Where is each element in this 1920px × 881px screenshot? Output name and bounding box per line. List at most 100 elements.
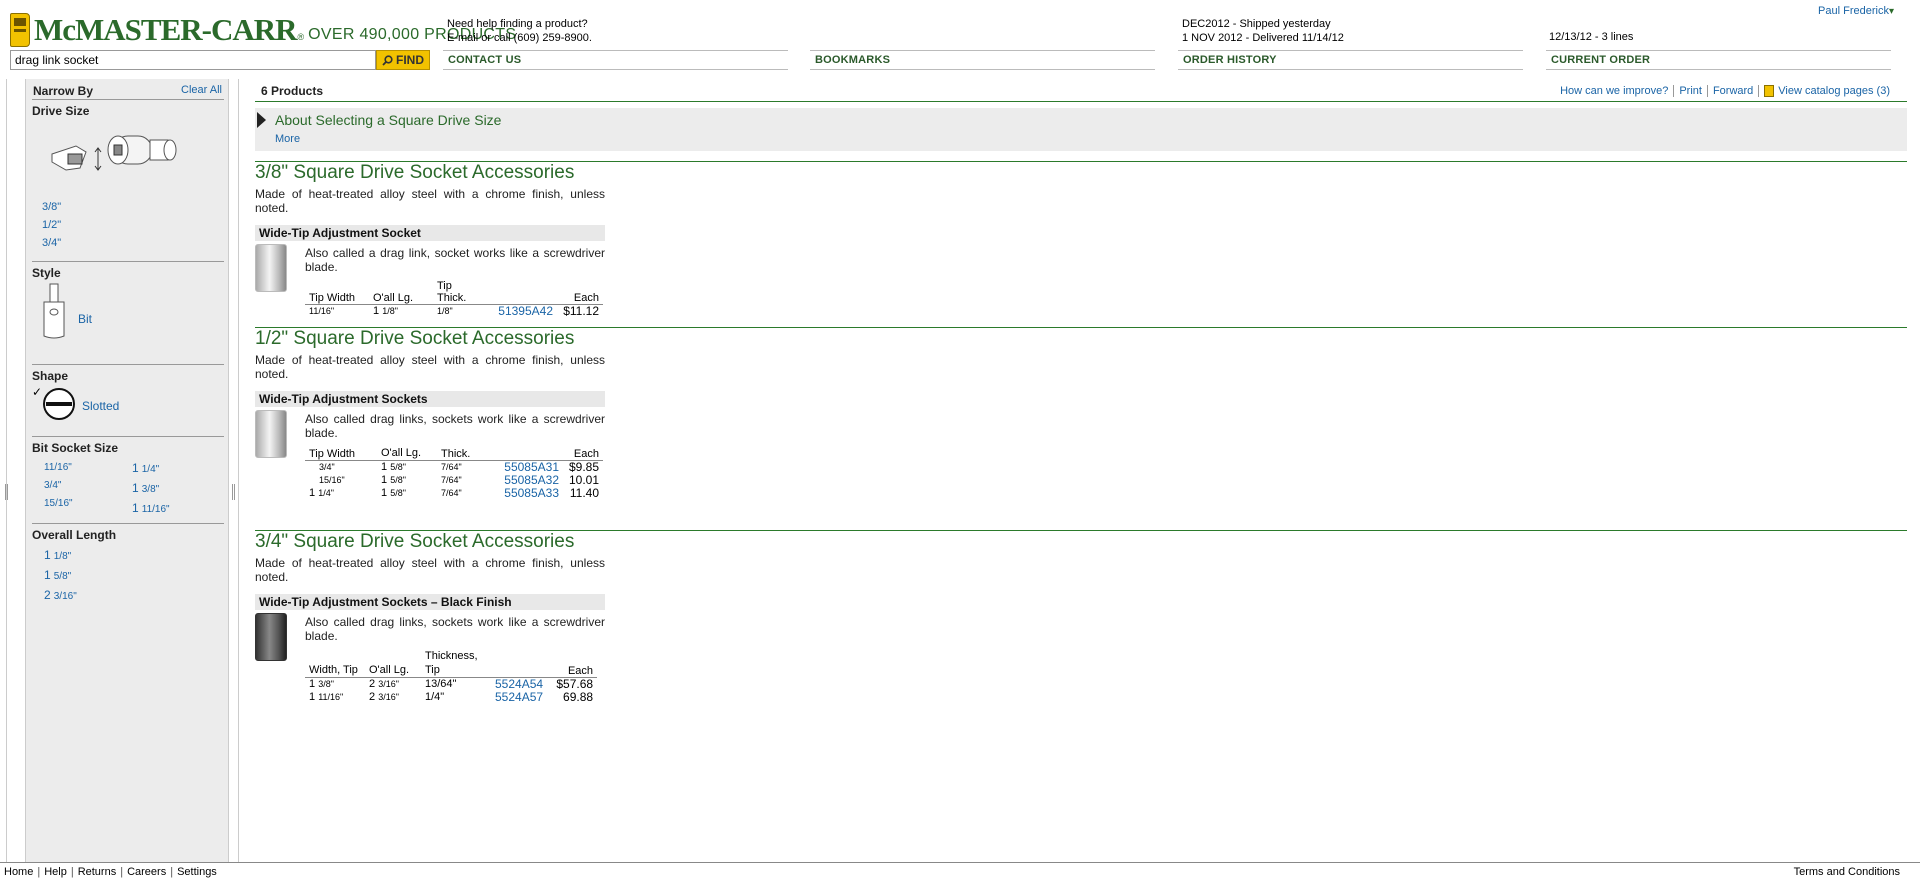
filter-length-1-5-8[interactable]: 1 5/8": [44, 566, 77, 586]
col-tip-width: Tip Width: [305, 446, 377, 461]
col-overall-length: O'all Lg.: [365, 649, 421, 678]
style-section: Style Bit: [32, 261, 224, 339]
section-description: Made of heat-treated alloy steel with a …: [255, 353, 605, 381]
chevron-down-icon: ▾: [1888, 6, 1894, 17]
adjustment-socket-image[interactable]: [255, 410, 287, 458]
order-history-link[interactable]: ORDER HISTORY: [1178, 50, 1523, 70]
table-row: 1 11/16" 2 3/16" 1/4" 5524A57 69.88: [305, 691, 597, 704]
product-note: Also called drag links, sockets work lik…: [305, 412, 605, 440]
clear-all-link[interactable]: Clear All: [181, 84, 222, 96]
narrow-by-sidebar: Narrow By Clear All Drive Size 3/8" 1/2"…: [25, 79, 229, 862]
filter-bit-15-16[interactable]: 15/16": [44, 495, 73, 513]
left-collapsed-panel: [0, 79, 7, 862]
col-overall-length: O'all Lg.: [377, 446, 437, 461]
splitter-handle-right[interactable]: [232, 484, 235, 500]
user-menu[interactable]: Paul Frederick▾: [1818, 5, 1894, 17]
narrow-by-title: Narrow By: [33, 84, 94, 98]
footer-returns-link[interactable]: Returns: [78, 866, 117, 878]
mcmaster-logo[interactable]: McMASTER-CARR ® OVER 490,000 PRODUCTS: [10, 12, 516, 48]
product-table: Tip Width O'all Lg. Thick. Each 3/4" 1 5…: [305, 446, 603, 500]
filter-drive-3-4[interactable]: 3/4": [42, 234, 61, 252]
col-part-number: [493, 446, 563, 461]
col-each: Each: [547, 649, 598, 678]
filter-bit-3-4[interactable]: 3/4": [44, 477, 73, 495]
overall-length-options: 1 1/8" 1 5/8" 2 3/16": [44, 546, 77, 606]
catalog-page-icon: [1764, 85, 1775, 97]
toolbar-divider: [1758, 85, 1760, 97]
product-note: Also called a drag link, socket works li…: [305, 246, 605, 274]
table-row: 1 1/4" 1 5/8" 7/64" 55085A33 11.40: [305, 487, 603, 500]
about-title[interactable]: About Selecting a Square Drive Size: [275, 112, 501, 128]
bit-style-icon: [43, 283, 65, 339]
price: 69.88: [563, 690, 594, 704]
expand-triangle-icon[interactable]: [257, 112, 267, 128]
filter-shape-slotted[interactable]: Slotted: [82, 399, 119, 413]
about-more-link[interactable]: More: [275, 133, 300, 145]
overall-length-section: Overall Length 1 1/8" 1 5/8" 2 3/16": [32, 523, 224, 602]
bookmarks-link[interactable]: BOOKMARKS: [810, 50, 1155, 70]
how-can-we-improve-link[interactable]: How can we improve?: [1560, 85, 1668, 97]
splitter-handle-left[interactable]: [5, 484, 8, 500]
filter-bit-11-16[interactable]: 11/16": [44, 459, 73, 477]
view-catalog-pages-link[interactable]: View catalog pages (3): [1778, 85, 1890, 97]
drive-size-title: Drive Size: [32, 104, 90, 118]
col-thick: Thick.: [437, 446, 493, 461]
filter-bit-1-3-8[interactable]: 1 3/8": [132, 479, 170, 499]
catalog-book-icon: [10, 13, 30, 47]
filter-bit-1-1-4[interactable]: 1 1/4": [132, 459, 170, 479]
product-note: Also called drag links, sockets work lik…: [305, 615, 605, 643]
filter-length-1-1-8[interactable]: 1 1/8": [44, 546, 77, 566]
adjustment-socket-image[interactable]: [255, 244, 287, 292]
col-thickness-tip: Thickness, Tip: [421, 649, 491, 678]
footer-help-link[interactable]: Help: [44, 866, 67, 878]
part-number-link[interactable]: 5524A54: [491, 678, 547, 692]
footer: Home | Help | Returns | Careers | Settin…: [0, 862, 1920, 881]
footer-settings-link[interactable]: Settings: [177, 866, 217, 878]
filter-drive-1-2[interactable]: 1/2": [42, 216, 61, 234]
filter-style-bit[interactable]: Bit: [78, 312, 92, 326]
table-header-row: Width, Tip O'all Lg. Thickness, Tip Each: [305, 649, 598, 678]
part-number-link[interactable]: 51395A42: [487, 305, 557, 319]
footer-links: Home | Help | Returns | Careers | Settin…: [4, 866, 217, 878]
table-header-row: Tip Width O'all Lg. Thick. Each: [305, 446, 603, 461]
recent-orders: DEC2012 - Shipped yesterday 1 NOV 2012 -…: [1182, 17, 1344, 45]
main-content: 6 Products How can we improve? Print For…: [255, 79, 1907, 711]
col-width-tip: Width, Tip: [305, 649, 365, 678]
current-order-link[interactable]: CURRENT ORDER: [1546, 50, 1891, 70]
bit-socket-size-section: Bit Socket Size 11/16" 3/4" 15/16" 1 1/4…: [32, 436, 224, 515]
help-text: Need help finding a product? E-mail or c…: [447, 18, 592, 44]
footer-home-link[interactable]: Home: [4, 866, 33, 878]
filter-length-2-3-16[interactable]: 2 3/16": [44, 586, 77, 606]
col-part-number: [491, 649, 548, 678]
toolbar-divider: [1673, 85, 1675, 97]
part-number-link[interactable]: 55085A33: [493, 487, 563, 500]
drive-size-section: Drive Size 3/8" 1/2" 3/4": [32, 99, 224, 249]
product-subheading: Wide-Tip Adjustment Sockets – Black Fini…: [255, 594, 605, 610]
contact-us-link[interactable]: CONTACT US: [443, 50, 788, 70]
page-toolbar: How can we improve? Print Forward View c…: [1560, 85, 1890, 97]
footer-careers-link[interactable]: Careers: [127, 866, 166, 878]
terms-link[interactable]: Terms and Conditions: [1794, 866, 1900, 878]
search-input[interactable]: [10, 50, 376, 70]
col-tip-width: Tip Width: [305, 280, 369, 305]
section-title: 3/8" Square Drive Socket Accessories: [255, 162, 575, 183]
product-section: 3/8" Square Drive Socket Accessories Mad…: [255, 162, 1907, 327]
product-count: 6 Products: [261, 84, 324, 98]
filter-drive-3-8[interactable]: 3/8": [42, 198, 61, 216]
col-tip-thick: Tip Thick.: [433, 280, 487, 305]
find-button[interactable]: FIND: [376, 50, 430, 70]
filter-bit-1-11-16[interactable]: 1 11/16": [132, 499, 170, 519]
recent-order-2[interactable]: 1 NOV 2012 - Delivered 11/14/12: [1182, 31, 1344, 45]
user-name[interactable]: Paul Frederick: [1818, 5, 1889, 17]
recent-order-1[interactable]: DEC2012 - Shipped yesterday: [1182, 17, 1344, 31]
bit-socket-size-col2: 1 1/4" 1 3/8" 1 11/16": [132, 459, 170, 519]
product-section: 3/4" Square Drive Socket Accessories Mad…: [255, 531, 1907, 711]
price: $9.85: [568, 460, 599, 474]
price: $11.12: [563, 304, 599, 318]
part-number-link[interactable]: 5524A57: [491, 691, 547, 704]
part-number-link[interactable]: 55085A31: [493, 461, 563, 475]
black-adjustment-socket-image[interactable]: [255, 613, 287, 661]
print-link[interactable]: Print: [1679, 85, 1702, 97]
forward-link[interactable]: Forward: [1713, 85, 1753, 97]
table-row: 1 3/8" 2 3/16" 13/64" 5524A54 $57.68: [305, 678, 597, 692]
